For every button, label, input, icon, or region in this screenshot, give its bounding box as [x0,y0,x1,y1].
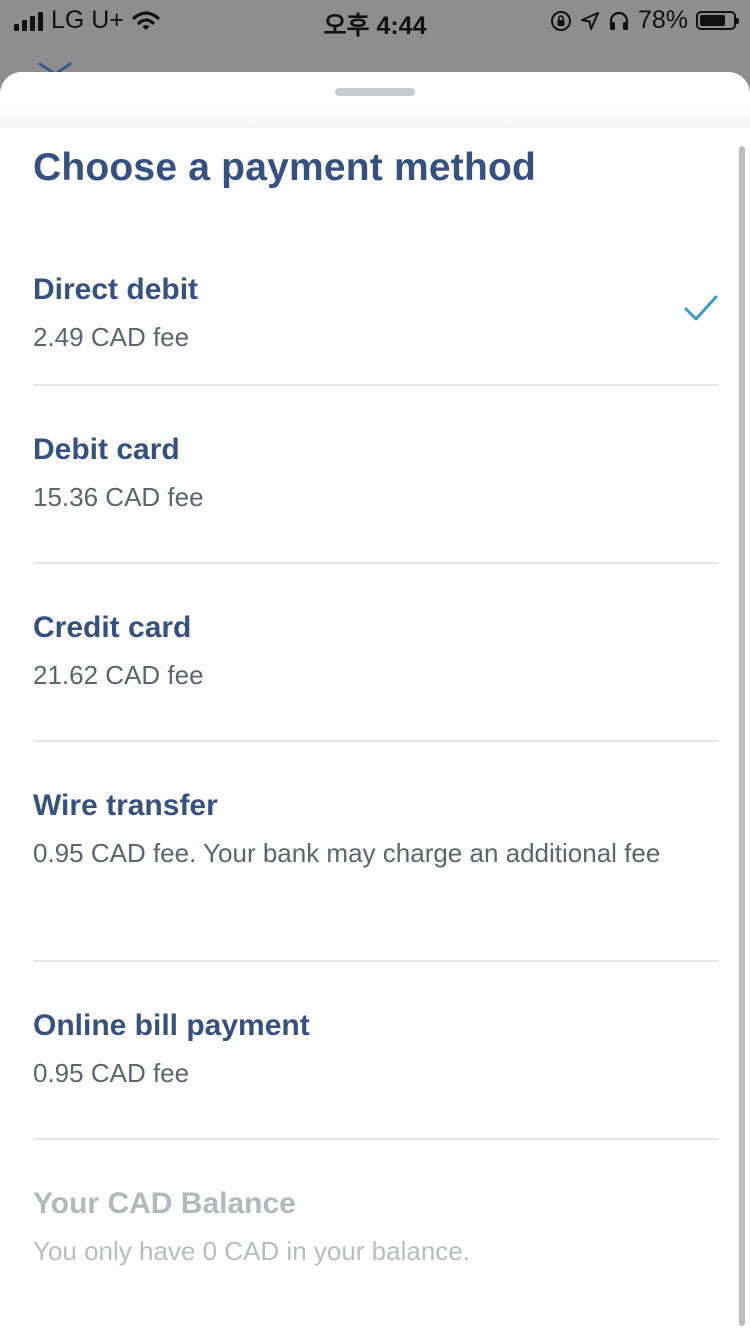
battery-icon [696,11,739,30]
option-name: Your CAD Balance [33,1187,296,1220]
sheet-header [0,72,750,128]
status-bar: LG U+ 오후 4:44 78% [0,0,750,40]
page-title: Choose a payment method [33,146,537,189]
option-name: Direct debit [33,273,199,306]
payment-method-sheet: Choose a payment method Direct debit 2.4… [0,72,750,1334]
payment-option-debit-card[interactable]: Debit card 15.36 CAD fee [33,386,718,564]
payment-option-wire-transfer[interactable]: Wire transfer 0.95 CAD fee. Your bank ma… [33,742,718,962]
payment-option-cad-balance: Your CAD Balance You only have 0 CAD in … [33,1140,718,1316]
option-fee: 0.95 CAD fee. Your bank may charge an ad… [33,838,661,868]
battery-percent: 78% [637,6,688,34]
option-fee: You only have 0 CAD in your balance. [33,1236,470,1266]
payment-option-credit-card[interactable]: Credit card 21.62 CAD fee [33,564,718,742]
payment-option-online-bill-payment[interactable]: Online bill payment 0.95 CAD fee [33,962,718,1140]
location-arrow-icon [580,11,599,30]
status-bar-right: 78% [550,6,739,35]
option-fee: 0.95 CAD fee [33,1058,190,1088]
option-name: Wire transfer [33,789,218,822]
option-name: Debit card [33,433,180,466]
option-fee: 21.62 CAD fee [33,660,204,690]
payment-options-list: Direct debit 2.49 CAD fee Debit card 15.… [33,250,718,1316]
scrollbar[interactable] [739,146,745,1326]
battery-level [700,15,725,26]
rotation-lock-icon [550,10,571,31]
sheet-grabber[interactable] [335,88,415,96]
option-name: Credit card [33,611,192,644]
option-fee: 2.49 CAD fee [33,322,190,352]
option-name: Online bill payment [33,1009,310,1042]
payment-option-direct-debit[interactable]: Direct debit 2.49 CAD fee [33,250,718,386]
checkmark-icon [684,295,718,321]
headphones-icon [609,11,629,30]
option-fee: 15.36 CAD fee [33,482,204,512]
